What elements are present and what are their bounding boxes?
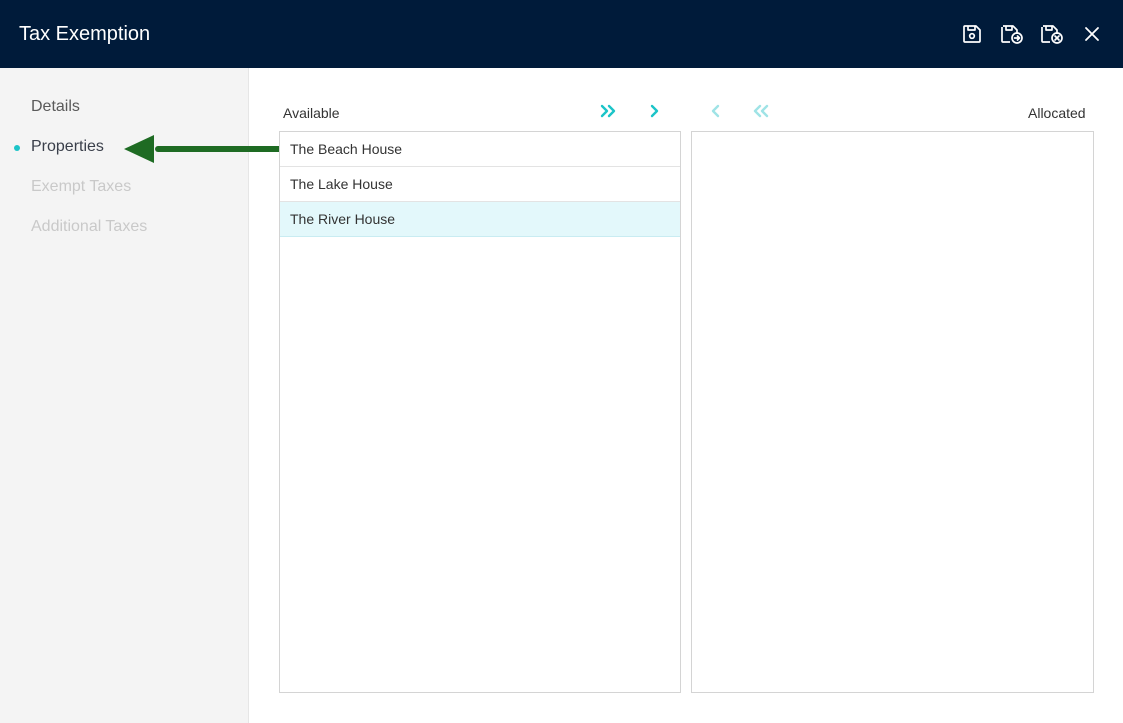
save-icon bbox=[963, 25, 981, 43]
move-all-right-button[interactable] bbox=[596, 99, 620, 123]
allocated-label: Allocated bbox=[1028, 105, 1086, 121]
close-button[interactable] bbox=[1079, 21, 1105, 47]
sidebar-item-additional-taxes[interactable]: Additional Taxes bbox=[31, 218, 147, 236]
save-button[interactable] bbox=[959, 21, 985, 47]
list-item[interactable]: The Beach House bbox=[280, 132, 680, 167]
allocated-list[interactable] bbox=[691, 131, 1094, 693]
annotation-arrow-icon bbox=[124, 135, 284, 163]
move-left-button[interactable] bbox=[704, 99, 728, 123]
sidebar-item-details[interactable]: Details bbox=[31, 98, 80, 116]
sidebar bbox=[0, 68, 249, 723]
header-actions bbox=[959, 21, 1105, 47]
save-and-close-icon bbox=[1041, 25, 1063, 44]
sidebar-item-exempt-taxes[interactable]: Exempt Taxes bbox=[31, 178, 131, 196]
window-title: Tax Exemption bbox=[19, 22, 151, 45]
list-item[interactable]: The River House bbox=[280, 202, 680, 237]
save-and-export-button[interactable] bbox=[999, 21, 1025, 47]
move-left-icon bbox=[711, 104, 720, 118]
available-label: Available bbox=[283, 105, 340, 121]
window-header: Tax Exemption bbox=[0, 0, 1123, 68]
save-and-close-button[interactable] bbox=[1039, 21, 1065, 47]
move-all-left-icon bbox=[753, 104, 769, 118]
close-icon bbox=[1085, 27, 1099, 41]
list-item[interactable]: The Lake House bbox=[280, 167, 680, 202]
sidebar-item-properties[interactable]: Properties bbox=[31, 138, 104, 156]
move-right-button[interactable] bbox=[642, 99, 666, 123]
save-and-export-icon bbox=[1001, 25, 1023, 44]
move-all-left-button[interactable] bbox=[749, 99, 773, 123]
move-right-icon bbox=[650, 104, 659, 118]
move-all-right-icon bbox=[600, 104, 616, 118]
available-list[interactable]: The Beach House The Lake House The River… bbox=[279, 131, 681, 693]
active-indicator-dot bbox=[14, 145, 20, 151]
